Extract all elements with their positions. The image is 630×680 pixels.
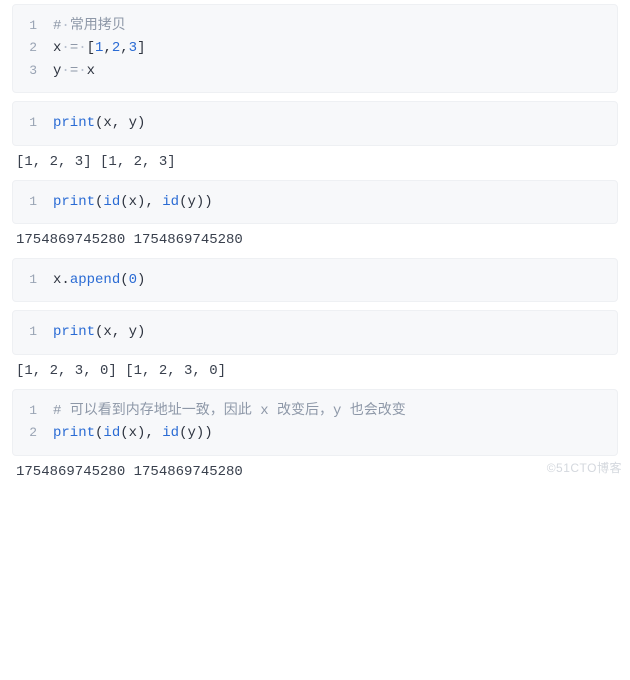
code-line: 1print(x, y) — [13, 321, 605, 343]
code-token: print — [53, 425, 95, 441]
code-token: , — [120, 40, 128, 56]
code-token: · — [61, 18, 69, 34]
code-token: print — [53, 194, 95, 210]
code-line: 1print(id(x), id(y)) — [13, 191, 605, 213]
code-token: x — [103, 115, 111, 131]
code-line: 3y·=·x — [13, 60, 605, 82]
code-cell: 1# 可以看到内存地址一致，因此 x 改变后，y 也会改变2print(id(x… — [12, 389, 618, 456]
code-cell: 1print(x, y) — [12, 101, 618, 145]
code-token: . — [61, 272, 69, 288]
code-token: , — [103, 40, 111, 56]
line-number: 2 — [13, 38, 53, 59]
line-number: 1 — [13, 401, 53, 422]
code-token: ( — [120, 272, 128, 288]
code-token: x — [87, 63, 95, 79]
code-token: id — [103, 194, 120, 210]
code-token: = — [70, 40, 78, 56]
code-token: # 可以看到内存地址一致，因此 x 改变后，y 也会改变 — [53, 403, 406, 419]
code-content: print(id(x), id(y)) — [53, 422, 213, 444]
code-token: ( — [120, 425, 128, 441]
code-token: 0 — [129, 272, 137, 288]
code-token: ) — [204, 425, 212, 441]
code-token: y — [187, 194, 195, 210]
code-token: x — [129, 425, 137, 441]
code-cell: 1print(x, y) — [12, 310, 618, 354]
code-token: print — [53, 115, 95, 131]
line-number: 3 — [13, 61, 53, 82]
code-token: , — [112, 324, 129, 340]
code-line: 1#·常用拷贝 — [13, 15, 605, 37]
code-token: · — [78, 63, 86, 79]
code-line: 1# 可以看到内存地址一致，因此 x 改变后，y 也会改变 — [13, 400, 605, 422]
code-token: id — [162, 425, 179, 441]
line-number: 1 — [13, 192, 53, 213]
code-token: = — [70, 63, 78, 79]
code-token: y — [129, 115, 137, 131]
code-token: , — [145, 425, 162, 441]
code-content: print(id(x), id(y)) — [53, 191, 213, 213]
code-content: print(x, y) — [53, 321, 145, 343]
code-content: # 可以看到内存地址一致，因此 x 改变后，y 也会改变 — [53, 400, 406, 422]
code-token: x — [129, 194, 137, 210]
watermark-text: ©51CTO博客 — [547, 459, 622, 476]
code-token: id — [162, 194, 179, 210]
code-token: y — [129, 324, 137, 340]
code-cell: 1x.append(0) — [12, 258, 618, 302]
code-token: · — [78, 40, 86, 56]
code-content: y·=·x — [53, 60, 95, 82]
output-cell: [1, 2, 3] [1, 2, 3] — [16, 154, 614, 170]
code-token: id — [103, 425, 120, 441]
code-token: 2 — [112, 40, 120, 56]
code-token: ) — [137, 272, 145, 288]
code-token: 常用拷贝 — [70, 18, 126, 34]
code-token: ( — [120, 194, 128, 210]
code-token: y — [187, 425, 195, 441]
code-token: print — [53, 324, 95, 340]
code-content: x·=·[1,2,3] — [53, 37, 145, 59]
output-cell: 1754869745280 1754869745280 — [16, 232, 614, 248]
output-cell: 1754869745280 1754869745280 — [16, 464, 614, 480]
code-content: #·常用拷贝 — [53, 15, 126, 37]
code-token: , — [145, 194, 162, 210]
code-token: x — [103, 324, 111, 340]
line-number: 1 — [13, 322, 53, 343]
code-token: , — [112, 115, 129, 131]
line-number: 1 — [13, 113, 53, 134]
code-line: 1x.append(0) — [13, 269, 605, 291]
code-cell: 1print(id(x), id(y)) — [12, 180, 618, 224]
code-content: print(x, y) — [53, 112, 145, 134]
code-token: · — [61, 40, 69, 56]
code-line: 2x·=·[1,2,3] — [13, 37, 605, 59]
code-token: ) — [137, 115, 145, 131]
code-token: append — [70, 272, 120, 288]
line-number: 2 — [13, 423, 53, 444]
notebook-root: 1#·常用拷贝2x·=·[1,2,3]3y·=·x1print(x, y)[1,… — [0, 4, 630, 480]
line-number: 1 — [13, 270, 53, 291]
code-line: 2print(id(x), id(y)) — [13, 422, 605, 444]
line-number: 1 — [13, 16, 53, 37]
code-content: x.append(0) — [53, 269, 145, 291]
code-token: · — [61, 63, 69, 79]
code-token: 3 — [129, 40, 137, 56]
code-line: 1print(x, y) — [13, 112, 605, 134]
code-token: ) — [137, 324, 145, 340]
code-token: [ — [87, 40, 95, 56]
output-cell: [1, 2, 3, 0] [1, 2, 3, 0] — [16, 363, 614, 379]
code-token: ) — [204, 194, 212, 210]
code-cell: 1#·常用拷贝2x·=·[1,2,3]3y·=·x — [12, 4, 618, 93]
code-token: ] — [137, 40, 145, 56]
